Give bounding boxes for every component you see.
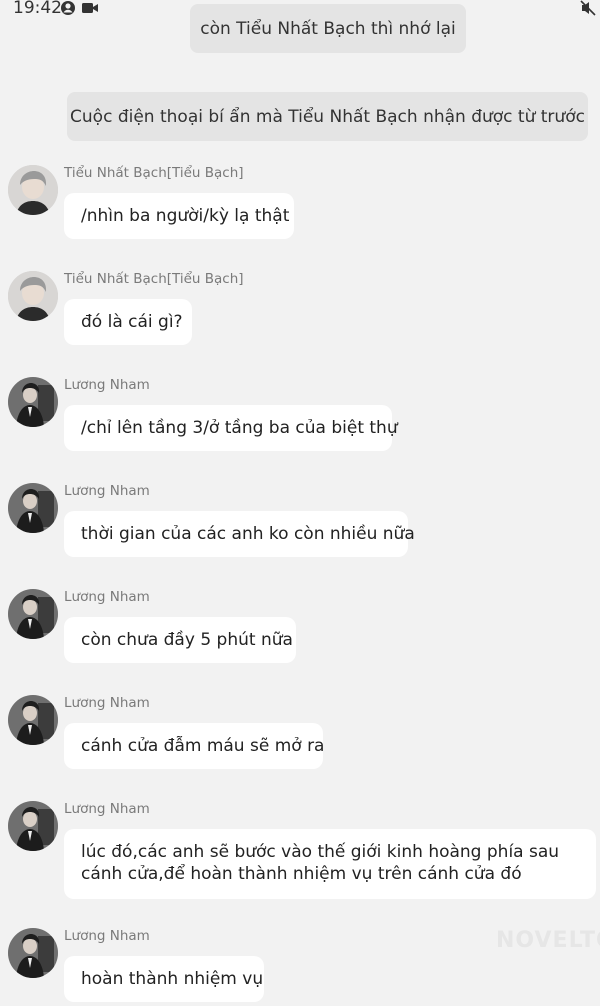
dark-suit-avatar	[8, 589, 58, 639]
sender-name: Lương Nham	[64, 801, 150, 817]
message-bubble: /nhìn ba người/kỳ lạ thật	[64, 193, 294, 239]
dark-suit-avatar	[8, 377, 58, 427]
white-hair-avatar	[8, 271, 58, 321]
sender-name: Tiểu Nhất Bạch[Tiểu Bạch]	[64, 165, 244, 181]
account-circle-icon	[60, 0, 76, 20]
sender-name: Lương Nham	[64, 483, 150, 499]
message-bubble: lúc đó,các anh sẽ bước vào thế giới kinh…	[64, 829, 596, 899]
sender-name: Lương Nham	[64, 928, 150, 944]
message-bubble: thời gian của các anh ko còn nhiều nữa	[64, 511, 415, 557]
narration-box: còn Tiểu Nhất Bạch thì nhớ lại	[190, 4, 466, 53]
message-bubble: còn chưa đầy 5 phút nữa	[64, 617, 296, 663]
dark-suit-avatar	[8, 928, 58, 978]
status-time: 19:42	[13, 0, 62, 18]
dark-suit-avatar	[8, 695, 58, 745]
sender-name: Lương Nham	[64, 695, 150, 711]
dark-suit-avatar	[8, 483, 58, 533]
watermark: NOVELTO	[496, 928, 600, 953]
narration-box: Cuộc điện thoại bí ẩn mà Tiểu Nhất Bạch …	[67, 92, 588, 141]
mute-icon	[580, 0, 596, 20]
message-bubble: đó là cái gì?	[64, 299, 192, 345]
white-hair-avatar	[8, 165, 58, 215]
message-bubble: /chỉ lên tầng 3/ở tầng ba của biệt thự	[64, 405, 398, 451]
message-bubble: cánh cửa đẫm máu sẽ mở ra	[64, 723, 324, 769]
message-bubble: hoàn thành nhiệm vụ	[64, 956, 264, 1002]
video-camera-icon	[81, 0, 99, 20]
sender-name: Tiểu Nhất Bạch[Tiểu Bạch]	[64, 271, 244, 287]
dark-suit-avatar	[8, 801, 58, 851]
sender-name: Lương Nham	[64, 377, 150, 393]
sender-name: Lương Nham	[64, 589, 150, 605]
